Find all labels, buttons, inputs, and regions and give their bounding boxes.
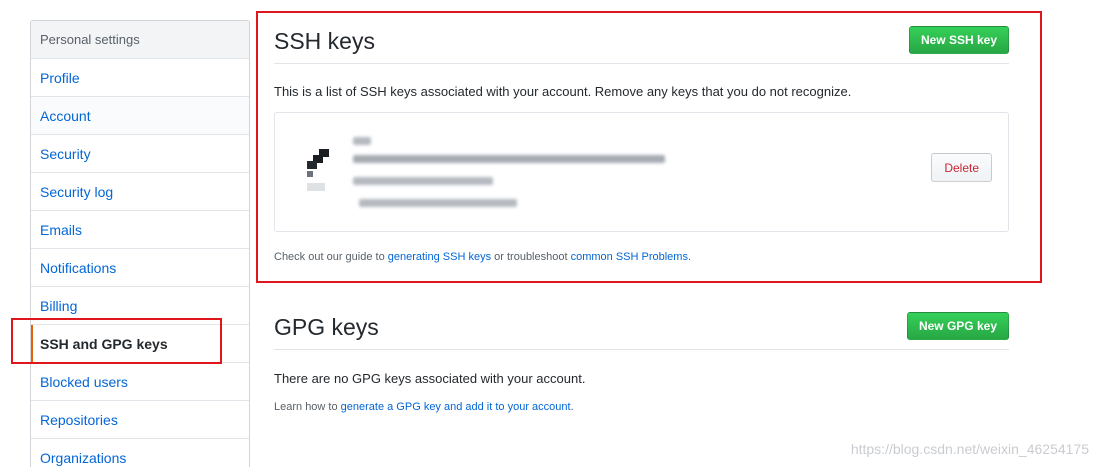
sidebar-header: Personal settings: [31, 21, 249, 59]
sidebar-item-notifications[interactable]: Notifications: [31, 249, 249, 287]
sidebar-item-billing[interactable]: Billing: [31, 287, 249, 325]
new-gpg-key-button[interactable]: New GPG key: [906, 312, 1009, 340]
new-ssh-key-button[interactable]: New SSH key: [908, 26, 1009, 54]
sidebar-item-emails[interactable]: Emails: [31, 211, 249, 249]
sidebar-item-security[interactable]: Security: [31, 135, 249, 173]
sidebar-item-profile[interactable]: Profile: [31, 59, 249, 97]
generating-ssh-keys-link[interactable]: generating SSH keys: [388, 251, 491, 263]
sidebar-item-blocked-users[interactable]: Blocked users: [31, 363, 249, 401]
sidebar-item-ssh-gpg-keys[interactable]: SSH and GPG keys: [31, 325, 249, 363]
common-ssh-problems-link[interactable]: common SSH Problems: [571, 251, 688, 263]
gpg-keys-title: GPG keys: [274, 314, 379, 340]
ssh-keys-title: SSH keys: [274, 28, 375, 54]
delete-ssh-key-button[interactable]: Delete: [931, 153, 992, 182]
gpg-keys-header: GPG keys New GPG key: [274, 308, 1009, 350]
ssh-keys-description: This is a list of SSH keys associated wi…: [274, 84, 852, 99]
gpg-learn-text: Learn how to generate a GPG key and add …: [274, 401, 574, 413]
sidebar-item-account[interactable]: Account: [31, 97, 249, 135]
sidebar-item-security-log[interactable]: Security log: [31, 173, 249, 211]
sidebar-item-organizations[interactable]: Organizations: [31, 439, 249, 467]
watermark: https://blog.csdn.net/weixin_46254175: [850, 441, 1089, 457]
ssh-guide-text: Check out our guide to generating SSH ke…: [274, 251, 692, 263]
generate-gpg-key-link[interactable]: generate a GPG key and add it to your ac…: [341, 401, 571, 413]
key-icon: [307, 149, 329, 191]
sidebar-item-repositories[interactable]: Repositories: [31, 401, 249, 439]
ssh-key-item: Delete: [274, 112, 1009, 232]
gpg-empty-text: There are no GPG keys associated with yo…: [274, 371, 586, 386]
settings-sidebar: Personal settings Profile Account Securi…: [30, 20, 250, 467]
ssh-keys-header: SSH keys New SSH key: [274, 22, 1009, 64]
